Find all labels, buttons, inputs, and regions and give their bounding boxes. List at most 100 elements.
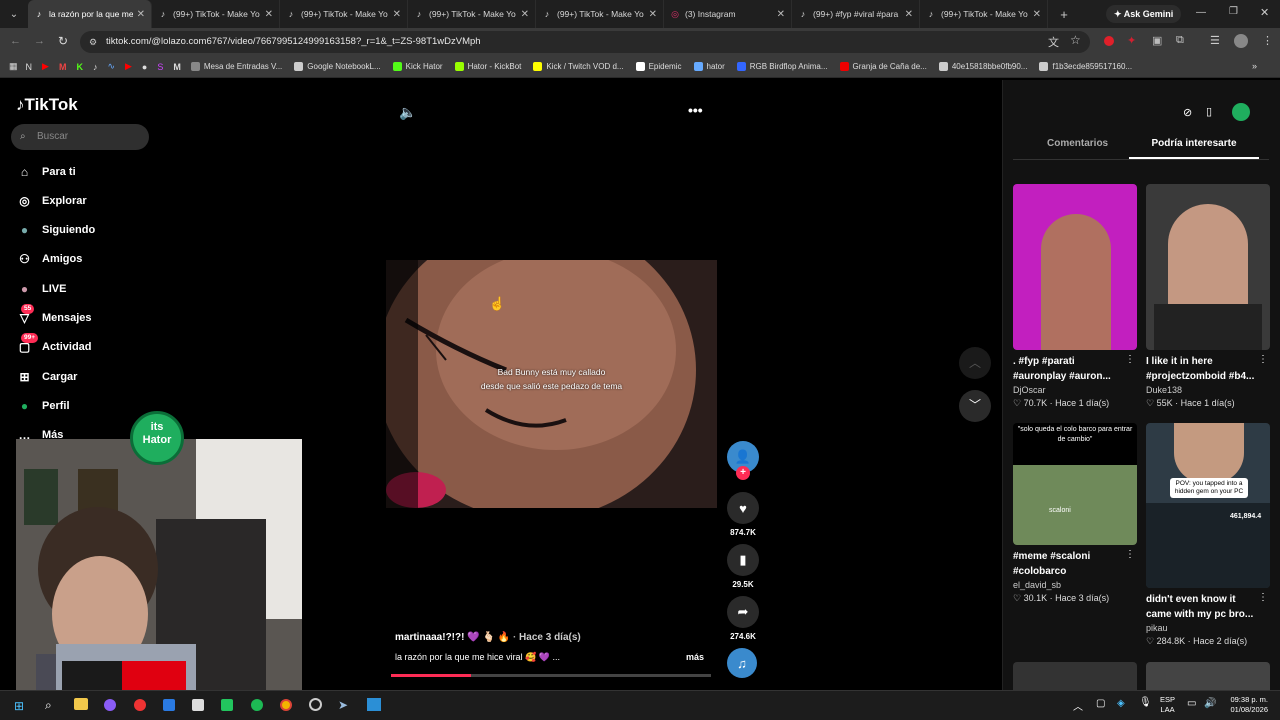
recommended-video-card[interactable]: "solo queda el colo barco para entrar de… — [1013, 423, 1137, 604]
tab-podria-interesarte[interactable]: Podría interesarte — [1129, 138, 1259, 159]
recommended-video-card[interactable]: I like it in here #projectzomboid #b4...… — [1146, 184, 1270, 409]
bookmarks-overflow-icon[interactable]: » — [1252, 61, 1257, 71]
card-author[interactable]: pikau — [1146, 623, 1270, 633]
previous-video-button[interactable]: ︿ — [959, 347, 991, 379]
close-tab-icon[interactable]: ✕ — [393, 9, 401, 20]
browser-tab[interactable]: ♪ la razón por la que me ✕ — [28, 0, 152, 28]
browser-tab[interactable]: ◎ (3) Instagram ✕ — [664, 0, 792, 28]
video-thumbnail[interactable] — [1013, 662, 1137, 690]
bookmark-star-icon[interactable]: ☆ — [1070, 33, 1081, 47]
card-title[interactable]: #meme #scaloni #colobarco — [1013, 549, 1137, 579]
tray-icon-1[interactable]: ▢ — [1096, 698, 1105, 709]
bookmark-item[interactable]: RGB Birdflop Anima... — [736, 62, 828, 71]
forward-icon[interactable]: → — [34, 35, 45, 47]
author-avatar-button[interactable]: 👤 + — [727, 441, 759, 480]
sidebar-item-live[interactable]: ● LIVE — [16, 280, 67, 297]
like-button[interactable]: ♥ 874.7K — [727, 492, 759, 537]
card-author[interactable]: el_david_sb — [1013, 580, 1137, 590]
recommended-video-card[interactable]: . #fyp #parati #auronplay #auron... ⋮ DjOs… — [1013, 184, 1137, 409]
sidebar-item-parati[interactable]: ⌂ Para ti — [16, 163, 76, 180]
tray-icon-2[interactable]: ◈ — [1117, 698, 1125, 709]
language-indicator[interactable]: ESP LAA — [1160, 695, 1175, 715]
video-progress-bar[interactable] — [391, 674, 711, 677]
minimize-button[interactable]: — — [1196, 7, 1206, 18]
app-icon-green[interactable] — [221, 699, 233, 711]
card-title[interactable]: . #fyp #parati #auronplay #auron... — [1013, 354, 1137, 384]
sidebar-item-mensajes[interactable]: ▽ 55 Mensajes — [16, 303, 92, 327]
card-title[interactable]: didn't even know it came with my pc bro.… — [1146, 592, 1270, 622]
video-thumbnail[interactable] — [1013, 184, 1137, 350]
video-thumbnail[interactable]: POV: you tapped into a hidden gem on you… — [1146, 423, 1270, 588]
bookmark-icon-notion[interactable]: N — [26, 62, 33, 72]
card-more-icon[interactable]: ⋮ — [1125, 549, 1135, 560]
bookmark-item[interactable]: Granja de Caña de... — [839, 62, 927, 71]
extension-bird-icon[interactable]: ✦ — [1127, 34, 1136, 47]
extension-box-icon[interactable]: ▣ — [1152, 34, 1162, 47]
next-video-button[interactable]: ﹀ — [959, 390, 991, 422]
browser-tab[interactable]: ♪ (99+) TikTok - Make Yo ✕ — [920, 0, 1048, 28]
recommended-video-card[interactable]: POV: you tapped into a hidden gem on you… — [1146, 423, 1270, 647]
bookmark-icon-youtube[interactable]: ▶ — [42, 61, 49, 72]
bookmark-icon-gmail[interactable]: M — [59, 62, 67, 72]
bookmark-item[interactable]: 40e15818bbe0fb90... — [938, 62, 1027, 71]
ask-gemini-button[interactable]: ✦ Ask Gemini — [1106, 5, 1182, 23]
back-icon[interactable]: ← — [10, 35, 21, 47]
user-avatar-icon[interactable] — [1232, 103, 1250, 121]
video-thumbnail[interactable] — [1146, 184, 1270, 350]
compass-icon[interactable]: ⊘ — [1183, 106, 1192, 119]
url-field[interactable]: ⚙ tiktok.com/@lolazo.com6767/video/76679… — [80, 31, 1090, 53]
more-options-icon[interactable]: ••• — [688, 102, 703, 118]
follow-plus-icon[interactable]: + — [736, 466, 750, 480]
volume-icon[interactable]: 🔈 — [399, 104, 416, 121]
card-author[interactable]: DjOscar — [1013, 385, 1137, 395]
profile-avatar-icon[interactable] — [1234, 34, 1248, 48]
close-window-button[interactable]: ✕ — [1260, 6, 1269, 19]
video-player[interactable]: Bad Bunny está muy callado desde que sal… — [386, 260, 717, 508]
microphone-icon[interactable]: 🎙 — [1139, 697, 1152, 708]
bookmark-item[interactable]: hator — [693, 62, 725, 71]
clock[interactable]: 09:38 p. m. 01/08/2026 — [1220, 695, 1268, 715]
browser-menu-icon[interactable]: ⋮ — [1262, 34, 1273, 47]
close-tab-icon[interactable]: ✕ — [265, 9, 273, 20]
card-more-icon[interactable]: ⋮ — [1258, 592, 1268, 603]
browser-tab[interactable]: ♪ (99+) TikTok - Make Yo ✕ — [280, 0, 408, 28]
network-icon[interactable]: ▭ — [1187, 698, 1196, 709]
bookmark-icon-kick[interactable]: K — [76, 62, 83, 72]
taskbar-search-icon[interactable]: ⌕ — [45, 698, 52, 713]
bookmark-item[interactable]: Kick / Twitch VOD d... — [533, 62, 624, 71]
card-title[interactable]: I like it in here #projectzomboid #b4... — [1146, 354, 1270, 384]
bookmark-icon-github[interactable]: ● — [142, 62, 147, 72]
bookmark-item[interactable]: f1b3ecde859517160... — [1039, 62, 1132, 71]
app-icon-red[interactable] — [134, 699, 146, 711]
chrome-icon[interactable] — [280, 699, 292, 711]
site-info-icon[interactable]: ⚙ — [89, 31, 97, 53]
apps-grid-icon[interactable]: ▦ — [9, 61, 18, 72]
close-tab-icon[interactable]: ✕ — [521, 9, 529, 20]
bookmark-item[interactable]: Mesa de Entradas V... — [190, 62, 282, 71]
bookmark-item[interactable]: Epidemic — [635, 62, 682, 71]
sound-disc-button[interactable]: ♫ — [727, 648, 759, 678]
sidebar-item-amigos[interactable]: ⚇ Amigos — [16, 251, 82, 268]
reload-icon[interactable]: ↻ — [58, 34, 68, 48]
spotify-icon[interactable] — [251, 699, 263, 711]
card-more-icon[interactable]: ⋮ — [1125, 354, 1135, 365]
sidebar-item-perfil[interactable]: ● Perfil — [16, 397, 70, 414]
browser-tab[interactable]: ♪ (99+) #fyp #viral #para ✕ — [792, 0, 920, 28]
close-tab-icon[interactable]: ✕ — [905, 9, 913, 20]
bookmark-icon-chart[interactable]: ∿ — [107, 61, 115, 72]
restore-button[interactable]: ❐ — [1229, 6, 1238, 17]
bookmark-item[interactable]: Google NotebookL... — [294, 62, 381, 71]
video-author[interactable]: martinaaa!?!?! 💜 🫰🏻 🔥 — [395, 632, 510, 643]
mobile-icon[interactable]: ▯ — [1206, 105, 1212, 118]
app-icon-purple[interactable] — [104, 699, 116, 711]
translate-icon[interactable]: 文 — [1048, 34, 1059, 50]
close-tab-icon[interactable]: ✕ — [649, 9, 657, 20]
bookmark-icon-youtube-2[interactable]: ▶ — [125, 61, 132, 72]
extension-red-icon[interactable] — [1104, 36, 1114, 46]
browser-tab[interactable]: ♪ (99+) TikTok - Make Yo ✕ — [536, 0, 664, 28]
tab-comentarios[interactable]: Comentarios — [1047, 138, 1108, 149]
bookmark-item[interactable]: Kick Hator — [392, 62, 443, 71]
card-author[interactable]: Duke138 — [1146, 385, 1270, 395]
save-button[interactable]: ▮ 29.5K — [727, 544, 759, 589]
bookmark-icon-m[interactable]: M — [173, 62, 181, 72]
